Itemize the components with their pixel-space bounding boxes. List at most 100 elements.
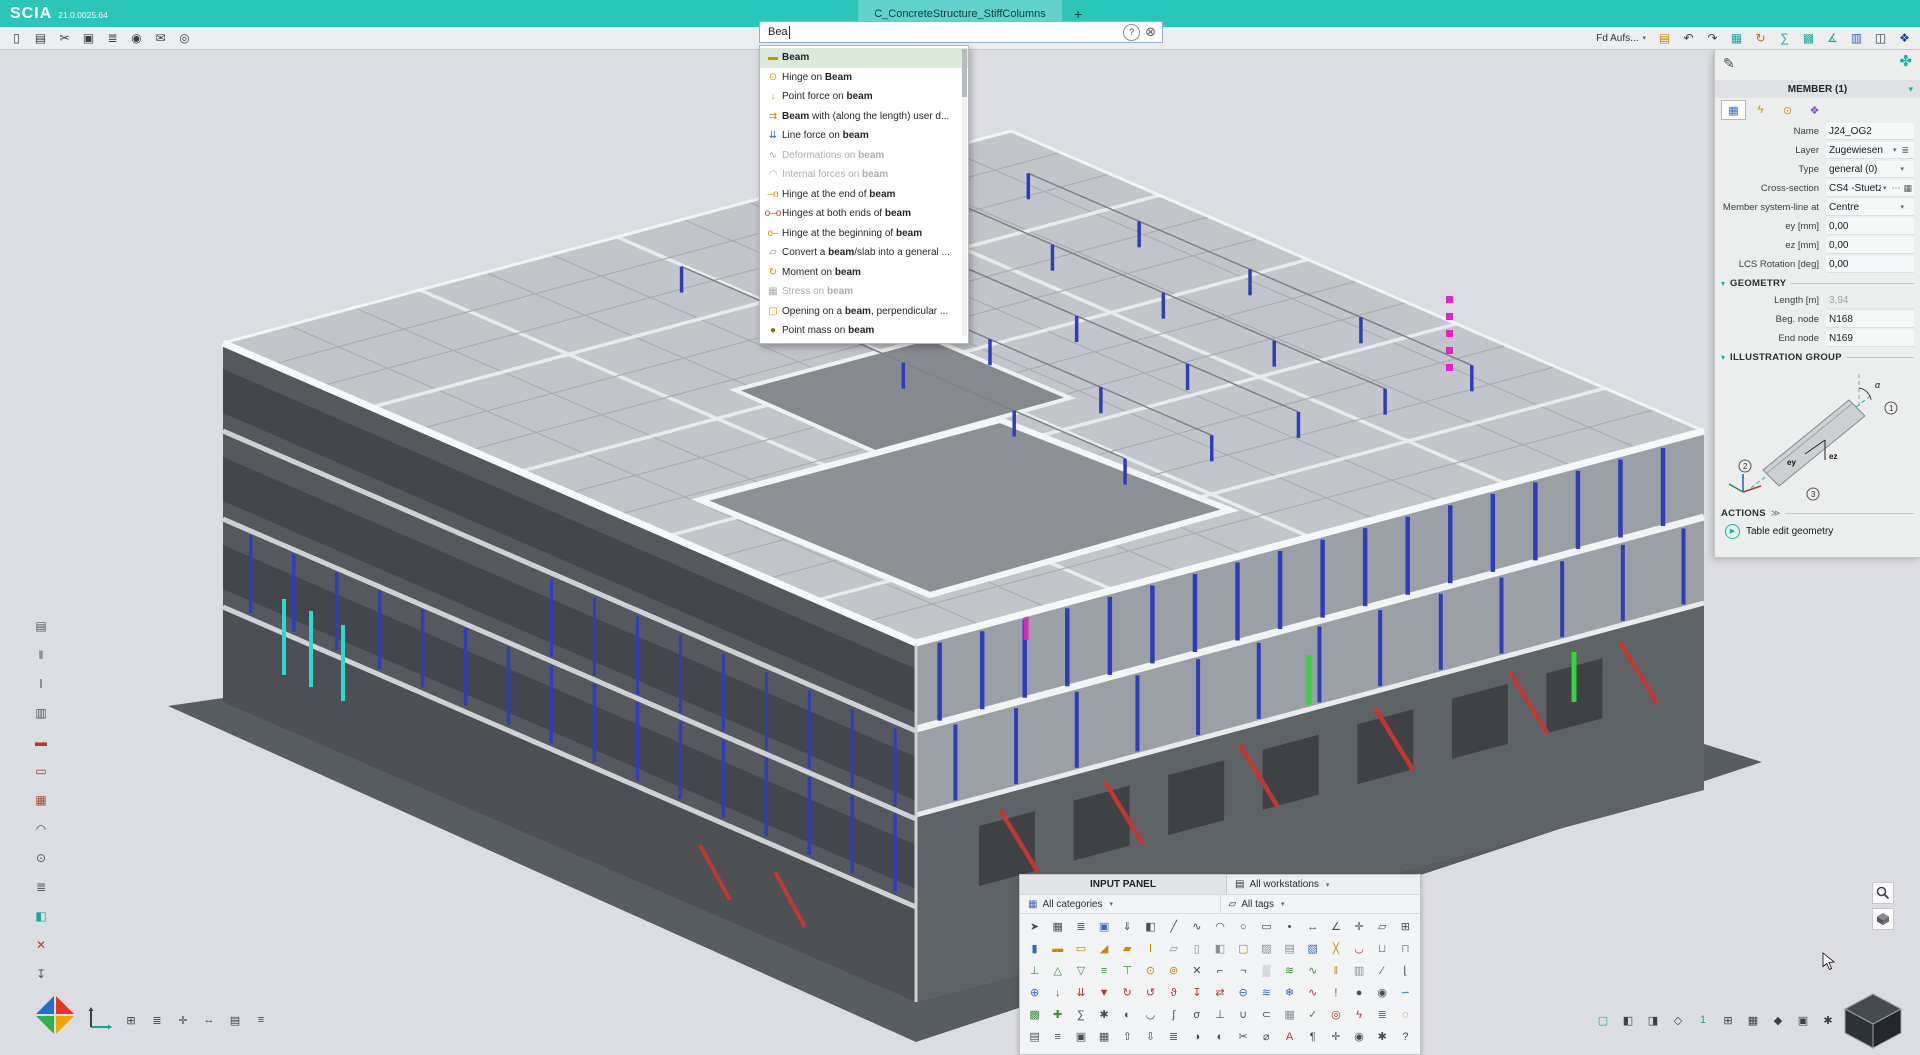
input-panel-title[interactable]: INPUT PANEL: [1020, 875, 1227, 894]
result-hinge-at-beginning[interactable]: o– Hinge at the beginning of beam: [760, 224, 968, 244]
scia-spatial-logo[interactable]: [32, 992, 78, 1043]
crack-width-icon[interactable]: ϟ: [1347, 1004, 1370, 1025]
result-line-force-on-beam[interactable]: ⇊ Line force on beam: [760, 126, 968, 146]
value-action-icon[interactable]: ⋯: [1891, 183, 1900, 194]
result-hinge-on-beam[interactable]: ⊙ Hinge on Beam: [760, 68, 968, 88]
result-point-mass-on-beam[interactable]: ● Point mass on beam: [760, 321, 968, 341]
stiffener-icon[interactable]: ‖: [1324, 960, 1347, 981]
subsoil-icon[interactable]: ▒: [1255, 960, 1278, 981]
picture-gallery-icon[interactable]: ▣: [1069, 1026, 1092, 1047]
axis-tool-icon[interactable]: ✛: [1347, 916, 1370, 937]
view-parameters-icon[interactable]: ◐: [1208, 1026, 1231, 1047]
clipboard-tool-icon[interactable]: ▤: [30, 615, 52, 637]
seismic-load-icon[interactable]: ∿: [1301, 982, 1324, 1003]
modelling-tools-icon[interactable]: ✂: [53, 29, 76, 48]
selection-filter-dropdown[interactable]: Fd Aufs... ▾: [1596, 33, 1646, 44]
stirrups-icon[interactable]: ◌: [1394, 1004, 1417, 1025]
dropdown-caret-icon[interactable]: ▾: [1900, 165, 1904, 173]
property-value[interactable]: CS4 -Stuetze#S4... ▾ ⋯ ▦: [1826, 180, 1914, 197]
result-point-force-on-beam[interactable]: ↓ Point force on beam: [760, 87, 968, 107]
axonometry-icon[interactable]: ◇: [1667, 1010, 1689, 1030]
table-rows-icon[interactable]: ≣: [30, 876, 52, 898]
geometry-section-header[interactable]: ▾ GEOMETRY: [1715, 275, 1920, 291]
profile-library-icon[interactable]: ▥: [30, 702, 52, 724]
plate-2d-icon[interactable]: ▱: [1162, 938, 1185, 959]
result-internal-forces-on-beam[interactable]: ◠ Internal forces on beam: [760, 165, 968, 185]
view-settings-icon[interactable]: ✱: [1817, 1010, 1839, 1030]
opening-2d-icon[interactable]: ▢: [1232, 938, 1255, 959]
report-editor-icon[interactable]: ≡: [1046, 1026, 1069, 1047]
undo-icon[interactable]: ↶: [1677, 29, 1700, 48]
value-action-icon-2[interactable]: ▦: [1903, 183, 1912, 194]
dimension-lines-icon[interactable]: ↔: [198, 1010, 220, 1030]
accidental-load-icon[interactable]: !: [1324, 982, 1347, 1003]
surface-load-icon[interactable]: ▼: [1093, 982, 1116, 1003]
messages-icon[interactable]: ✉: [149, 29, 172, 48]
activity-filter-icon[interactable]: ◑: [1185, 1026, 1208, 1047]
import-data-icon[interactable]: ⇩: [1139, 1026, 1162, 1047]
help-tool-icon[interactable]: ?: [1394, 1026, 1417, 1047]
fit-view-icon[interactable]: ▢: [1592, 1010, 1614, 1030]
table-input-icon[interactable]: ▦: [1725, 29, 1748, 48]
reactions-icon[interactable]: ⊥: [1208, 1004, 1231, 1025]
wall-2d-icon[interactable]: ▯: [1185, 938, 1208, 959]
property-value[interactable]: general (0) ▾: [1826, 161, 1914, 178]
rib-member-icon[interactable]: ▭: [1069, 938, 1092, 959]
new-document-icon[interactable]: ▤: [1023, 1026, 1046, 1047]
clipping-planes-icon[interactable]: ✂: [1232, 1026, 1255, 1047]
new-window-icon[interactable]: ◫: [1869, 29, 1892, 48]
integration-strip-icon[interactable]: ▤: [1278, 938, 1301, 959]
truss-member-icon[interactable]: ╳: [1324, 938, 1347, 959]
line-load-icon[interactable]: ⇊: [1069, 982, 1092, 1003]
solid-box-icon[interactable]: ◧: [1139, 916, 1162, 937]
view-front-icon[interactable]: ◨: [1642, 1010, 1664, 1030]
mass-group-icon[interactable]: ◉: [1371, 982, 1394, 1003]
property-value[interactable]: J24_OG2: [1826, 123, 1914, 140]
layers-bottom-icon[interactable]: ≡: [250, 1010, 272, 1030]
property-value[interactable]: 3,94: [1826, 292, 1914, 309]
action-table-edit-geometry[interactable]: ▶ Table edit geometry: [1715, 521, 1920, 541]
storeys-icon[interactable]: ▤: [224, 1010, 246, 1030]
mesh-generate-icon[interactable]: ▩: [1023, 1004, 1046, 1025]
line-tool-icon[interactable]: ╱: [1162, 916, 1185, 937]
result-deformations-on-beam[interactable]: ∿ Deformations on beam: [760, 146, 968, 166]
search-input[interactable]: Bea ? ⊗: [759, 21, 1163, 43]
engineering-report-icon[interactable]: ▥: [1845, 29, 1868, 48]
angle-tool-icon[interactable]: ∠: [1324, 916, 1347, 937]
surface-support-icon[interactable]: ⊤: [1116, 960, 1139, 981]
new-cross-section-icon[interactable]: Ⅰ: [1139, 938, 1162, 959]
combinations-icon[interactable]: ∪: [1232, 1004, 1255, 1025]
eu-code-icon[interactable]: ❖: [1893, 29, 1916, 48]
snapping-icon[interactable]: ✛: [172, 1010, 194, 1030]
perspective-icon[interactable]: ◆: [1767, 1010, 1789, 1030]
result-convert-beam-slab[interactable]: ▱ Convert a beam/slab into a general ...: [760, 243, 968, 263]
illustration-section-header[interactable]: ▾ ILLUSTRATION GROUP: [1715, 349, 1920, 365]
panel-tab-data[interactable]: ❖: [1802, 100, 1827, 120]
result-beam[interactable]: ▬ Beam: [760, 48, 968, 68]
print-icon[interactable]: ▣: [77, 29, 100, 48]
red-beam-tool-icon[interactable]: ▬: [30, 731, 52, 753]
pretension-load-icon[interactable]: ⇄: [1208, 982, 1231, 1003]
node-grid-icon[interactable]: ▦: [1046, 916, 1069, 937]
view-grid-icon[interactable]: ⊞: [120, 1010, 142, 1030]
result-opening-on-beam[interactable]: ▢ Opening on a beam, perpendicular ...: [760, 302, 968, 322]
select-tool-icon[interactable]: ➤: [1023, 916, 1046, 937]
beam-hinge-icon[interactable]: ⊙: [1139, 960, 1162, 981]
result-moment-on-beam[interactable]: ↻ Moment on beam: [760, 263, 968, 283]
view-top-icon[interactable]: ◧: [1617, 1010, 1639, 1030]
assistant-icon[interactable]: ✤: [1899, 52, 1912, 70]
label-tool-icon[interactable]: ¶: [1301, 1026, 1324, 1047]
results-viewer-icon[interactable]: ◐: [1116, 1004, 1139, 1025]
cross-link-icon[interactable]: ✕: [1185, 960, 1208, 981]
shell-2d-icon[interactable]: ◧: [1208, 938, 1231, 959]
support-fixed-icon[interactable]: ⊥: [1023, 960, 1046, 981]
clear-search-icon[interactable]: ⊗: [1145, 24, 1156, 40]
beam-member-icon[interactable]: ▬: [1046, 938, 1069, 959]
catalog-blocks-icon[interactable]: ▣: [1093, 916, 1116, 937]
new-document-icon[interactable]: ▯: [5, 29, 28, 48]
isometric-cube-icon[interactable]: [1872, 908, 1894, 930]
numbering-icon[interactable]: 1: [1692, 1010, 1714, 1030]
activity-toggle-icon[interactable]: ◧: [30, 905, 52, 927]
layers-icon[interactable]: ≣: [101, 29, 124, 48]
connect-members-icon[interactable]: ¬: [1232, 960, 1255, 981]
